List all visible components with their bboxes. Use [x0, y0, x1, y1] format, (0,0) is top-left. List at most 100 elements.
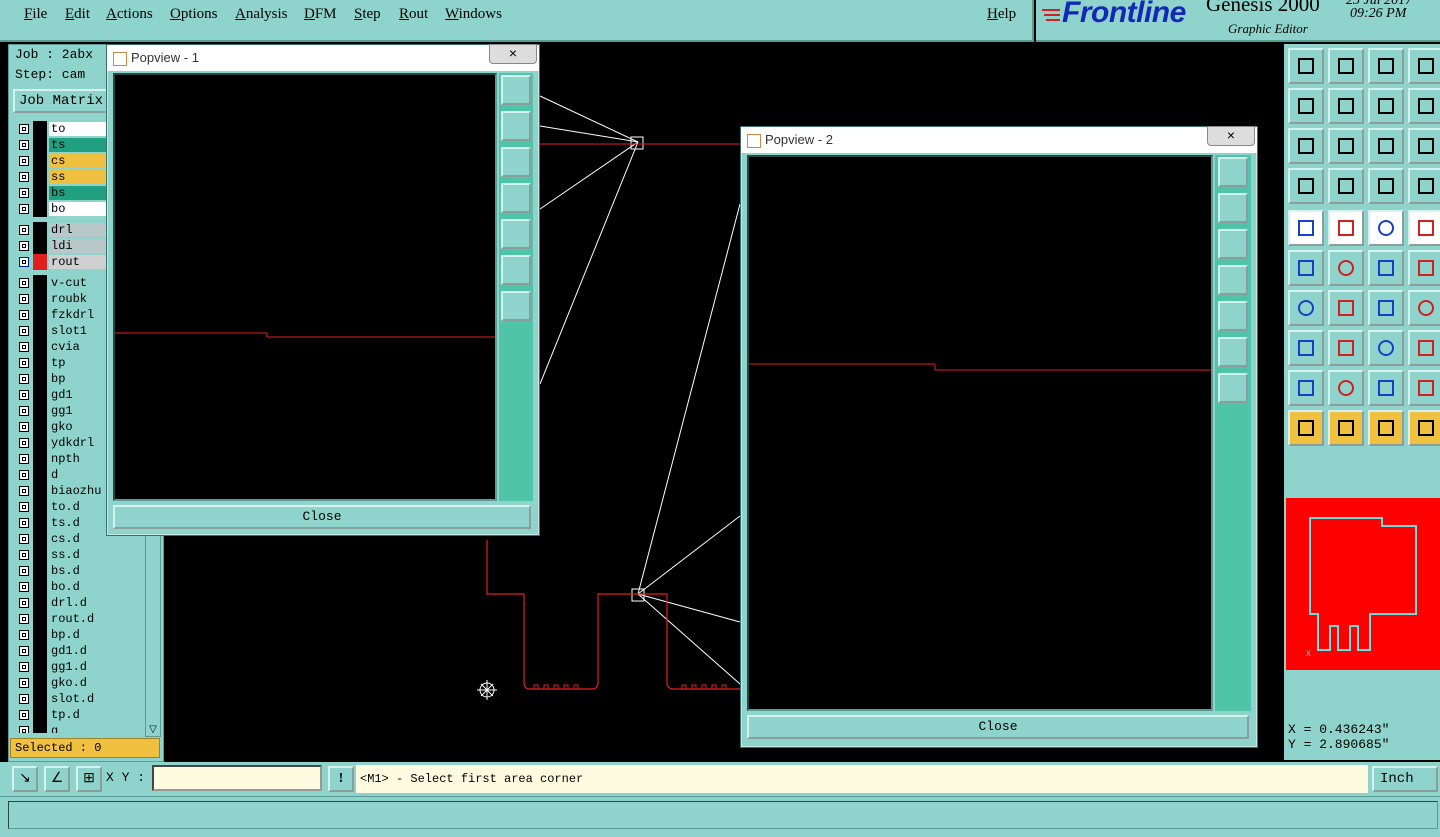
menu-step[interactable]: Step [354, 6, 381, 23]
layer-color-swatch[interactable] [33, 254, 47, 270]
pan-right-icon[interactable] [1218, 301, 1248, 331]
menu-rout[interactable]: Rout [399, 6, 428, 23]
layer-checkbox[interactable] [19, 241, 29, 251]
layer-color-swatch[interactable] [33, 403, 47, 419]
cursor-box-icon[interactable] [1328, 410, 1364, 446]
layer-color-swatch[interactable] [33, 121, 47, 137]
features-icon[interactable] [1368, 168, 1404, 204]
popview-2-close-x[interactable]: × [1207, 126, 1255, 146]
layer-color-swatch[interactable] [33, 579, 47, 595]
move-point-icon[interactable] [1288, 330, 1324, 366]
layer-color-swatch[interactable] [33, 185, 47, 201]
layer-row[interactable]: rout.d [13, 611, 131, 627]
layer-name[interactable]: bo.d [49, 580, 131, 594]
pan-left-icon[interactable] [1288, 88, 1324, 124]
pan-left-icon[interactable] [1218, 265, 1248, 295]
layer-color-swatch[interactable] [33, 643, 47, 659]
cursor-icon[interactable] [1288, 410, 1324, 446]
layer-checkbox[interactable] [19, 598, 29, 608]
zoom-in-icon[interactable] [501, 291, 531, 321]
menu-windows[interactable]: Windows [445, 6, 502, 23]
layer-checkbox[interactable] [19, 710, 29, 720]
layer-checkbox[interactable] [19, 630, 29, 640]
layer-color-swatch[interactable] [33, 563, 47, 579]
layer-checkbox[interactable] [19, 390, 29, 400]
line-point-icon[interactable] [1368, 250, 1404, 286]
popview-2-titlebar[interactable]: Popview - 2 [741, 127, 1257, 153]
layer-color-swatch[interactable] [33, 387, 47, 403]
pan-left-icon[interactable] [501, 183, 531, 213]
layer-checkbox[interactable] [19, 140, 29, 150]
connect-icon[interactable] [1408, 168, 1440, 204]
layer-color-swatch[interactable] [33, 435, 47, 451]
layer-color-swatch[interactable] [33, 723, 47, 733]
layer-row[interactable]: bp.d [13, 627, 131, 643]
layer-color-swatch[interactable] [33, 499, 47, 515]
layer-row[interactable]: drl.d [13, 595, 131, 611]
layer-color-swatch[interactable] [33, 675, 47, 691]
layer-checkbox[interactable] [19, 422, 29, 432]
layer-name[interactable]: bs.d [49, 564, 131, 578]
pan-right-icon[interactable] [501, 219, 531, 249]
layer-checkbox[interactable] [19, 662, 29, 672]
layer-name[interactable]: drl.d [49, 596, 131, 610]
popview-1-close-x[interactable]: × [489, 44, 537, 64]
layer-checkbox[interactable] [19, 582, 29, 592]
bang-button[interactable]: ! [328, 766, 354, 792]
layer-color-swatch[interactable] [33, 515, 47, 531]
triangle4-icon[interactable] [1408, 370, 1440, 406]
redraw-icon[interactable] [1408, 88, 1440, 124]
zoom-out-icon[interactable] [501, 255, 531, 285]
layer-checkbox[interactable] [19, 694, 29, 704]
xy-input[interactable] [152, 765, 322, 791]
ruler-icon[interactable] [1368, 210, 1404, 246]
layer-color-swatch[interactable] [33, 547, 47, 563]
fill-icon[interactable] [1408, 290, 1440, 326]
menu-edit[interactable]: Edit [65, 6, 90, 23]
popview-1-canvas[interactable] [113, 73, 497, 501]
layer-checkbox[interactable] [19, 550, 29, 560]
layer-row[interactable]: tp.d [13, 707, 131, 723]
select-area-icon[interactable] [1328, 210, 1364, 246]
layer-checkbox[interactable] [19, 534, 29, 544]
layer-checkbox[interactable] [19, 172, 29, 182]
zoom-out-icon[interactable] [1218, 337, 1248, 367]
scroll-down-icon[interactable]: ▽ [146, 724, 160, 736]
layer-checkbox[interactable] [19, 124, 29, 134]
route-icon[interactable] [1408, 410, 1440, 446]
node-icon[interactable] [1288, 250, 1324, 286]
layer-row[interactable]: gd1.d [13, 643, 131, 659]
layer-color-swatch[interactable] [33, 531, 47, 547]
layer-color-swatch[interactable] [33, 707, 47, 723]
slash-icon[interactable] [1328, 290, 1364, 326]
layer-color-swatch[interactable] [33, 238, 47, 254]
layer-checkbox[interactable] [19, 204, 29, 214]
layer-checkbox[interactable] [19, 502, 29, 512]
zoom-window-icon[interactable] [1218, 157, 1248, 187]
layer-checkbox[interactable] [19, 566, 29, 576]
layer-color-swatch[interactable] [33, 137, 47, 153]
zoom-home-icon[interactable] [1288, 48, 1324, 84]
triangle1-icon[interactable] [1288, 370, 1324, 406]
layer-color-swatch[interactable] [33, 153, 47, 169]
layer-checkbox[interactable] [19, 358, 29, 368]
center-icon[interactable] [1368, 330, 1404, 366]
zoom-fit-icon[interactable] [1288, 128, 1324, 164]
layer-color-swatch[interactable] [33, 355, 47, 371]
layer-name[interactable]: slot.d [49, 692, 131, 706]
menu-dfm[interactable]: DFM [304, 6, 337, 23]
scale-1-2-icon[interactable] [1368, 128, 1404, 164]
layer-checkbox[interactable] [19, 678, 29, 688]
layer-checkbox[interactable] [19, 726, 29, 733]
layer-name[interactable]: rout.d [49, 612, 131, 626]
layer-row[interactable]: gg1.d [13, 659, 131, 675]
menu-analysis[interactable]: Analysis [235, 6, 288, 23]
layer-checkbox[interactable] [19, 486, 29, 496]
pan-down-icon[interactable] [501, 147, 531, 177]
layer-checkbox[interactable] [19, 225, 29, 235]
layer-checkbox[interactable] [19, 342, 29, 352]
layer-color-swatch[interactable] [33, 595, 47, 611]
layer-color-swatch[interactable] [33, 307, 47, 323]
layer-color-swatch[interactable] [33, 275, 47, 291]
layer-color-swatch[interactable] [33, 659, 47, 675]
